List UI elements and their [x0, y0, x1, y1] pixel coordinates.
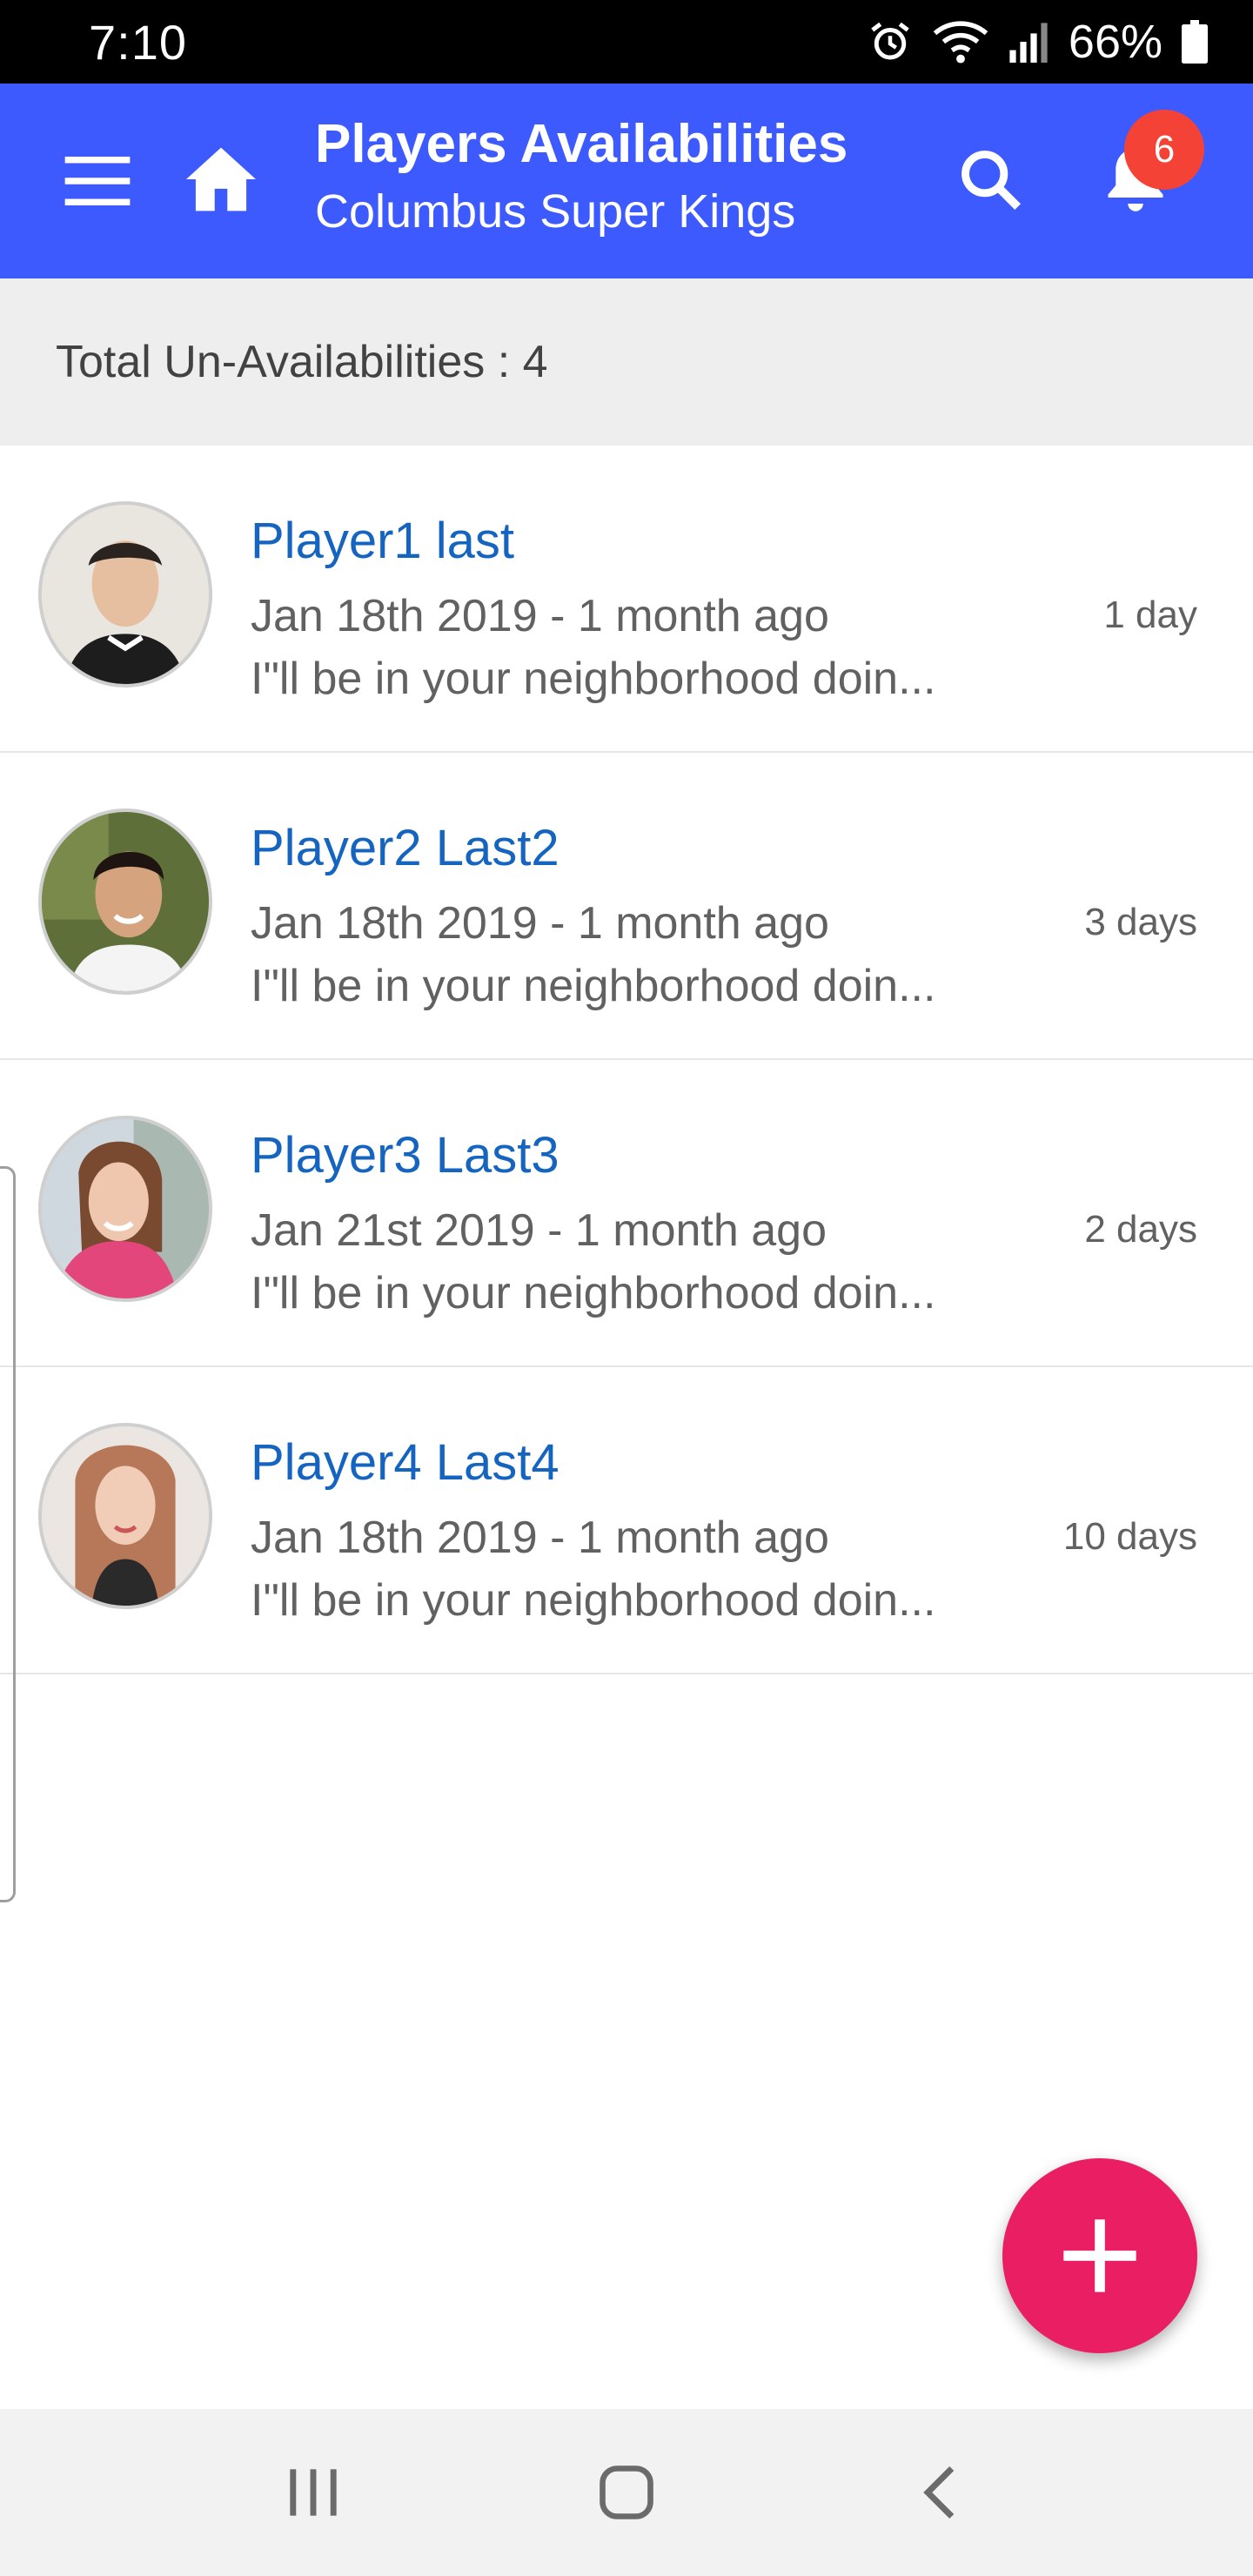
- player-name: Player1 last: [251, 513, 515, 569]
- recent-apps-button[interactable]: [261, 2440, 365, 2545]
- system-nav-bar: [0, 2409, 1253, 2576]
- back-icon: [923, 2465, 955, 2519]
- home-button[interactable]: [178, 136, 265, 223]
- signal-icon: [1008, 20, 1049, 64]
- battery-percent: 66%: [1068, 16, 1163, 68]
- unavailability-note: I"ll be in your neighborhood doin...: [251, 961, 936, 1011]
- menu-button[interactable]: [54, 138, 141, 225]
- alarm-icon: [867, 18, 914, 65]
- unavailability-date: Jan 18th 2019 - 1 month ago: [251, 1513, 829, 1563]
- add-unavailability-button[interactable]: [1002, 2158, 1197, 2353]
- status-icons: 66%: [867, 15, 1208, 69]
- unavailability-duration: 1 day: [1103, 594, 1197, 636]
- unavailability-duration: 2 days: [1084, 1208, 1197, 1251]
- unavailability-note: I"ll be in your neighborhood doin...: [251, 1575, 936, 1626]
- unavailability-duration: 10 days: [1062, 1515, 1197, 1558]
- avatar: [38, 501, 212, 688]
- unavailability-note: I"ll be in your neighborhood doin...: [251, 654, 936, 704]
- list-item[interactable]: Player2 Last2 Jan 18th 2019 - 1 month ag…: [0, 753, 1253, 1060]
- list-item[interactable]: Player3 Last3 Jan 21st 2019 - 1 month ag…: [0, 1060, 1253, 1367]
- summary-bar: Total Un-Availabilities : 4: [0, 278, 1253, 446]
- notification-badge: 6: [1124, 110, 1204, 190]
- app-bar: Players Availabilities Columbus Super Ki…: [0, 84, 1253, 278]
- unavailability-date: Jan 18th 2019 - 1 month ago: [251, 591, 829, 641]
- avatar: [38, 1423, 212, 1609]
- status-bar: 7:10 66%: [0, 0, 1253, 84]
- page-title: Players Availabilities: [315, 114, 848, 174]
- wifi-icon: [933, 18, 988, 65]
- list-item[interactable]: Player1 last Jan 18th 2019 - 1 month ago…: [0, 446, 1253, 753]
- players-list: Player1 last Jan 18th 2019 - 1 month ago…: [0, 446, 1253, 1674]
- home-nav-icon: [600, 2465, 653, 2519]
- unavailability-date: Jan 21st 2019 - 1 month ago: [251, 1205, 828, 1256]
- home-nav-button[interactable]: [574, 2440, 679, 2545]
- unavailability-note: I"ll be in your neighborhood doin...: [251, 1268, 936, 1318]
- total-unavailabilities: Total Un-Availabilities : 4: [56, 337, 548, 387]
- avatar: [38, 1116, 212, 1302]
- recent-apps-icon: [290, 2469, 337, 2516]
- player-name: Player4 Last4: [251, 1434, 559, 1491]
- back-button[interactable]: [888, 2440, 992, 2545]
- player-name: Player2 Last2: [251, 820, 559, 876]
- team-name: Columbus Super Kings: [315, 185, 796, 238]
- menu-icon: [64, 157, 131, 205]
- player-name: Player3 Last3: [251, 1127, 559, 1184]
- avatar: [38, 808, 212, 995]
- home-icon: [186, 147, 256, 211]
- list-item[interactable]: Player4 Last4 Jan 18th 2019 - 1 month ag…: [0, 1367, 1253, 1674]
- search-icon: [962, 151, 1022, 211]
- status-time: 7:10: [89, 14, 187, 70]
- plus-icon: [1063, 2219, 1136, 2292]
- battery-icon: [1182, 20, 1208, 64]
- screen: 7:10 66% Players Availabilities Columbus…: [0, 0, 1253, 2576]
- app-bar-titles: Players Availabilities Columbus Super Ki…: [315, 110, 848, 244]
- edge-panel-handle[interactable]: [0, 1166, 16, 1902]
- unavailability-date: Jan 18th 2019 - 1 month ago: [251, 898, 829, 949]
- search-button[interactable]: [947, 136, 1034, 223]
- unavailability-duration: 3 days: [1084, 901, 1197, 943]
